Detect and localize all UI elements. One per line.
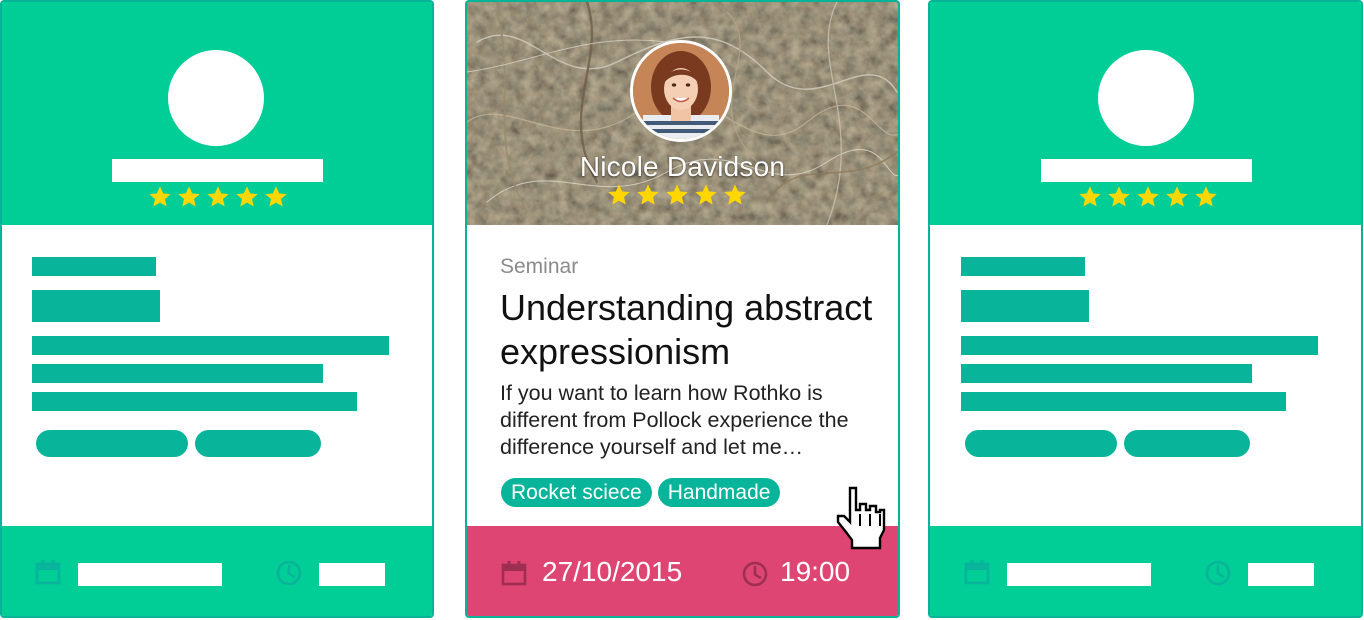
presenter-photo: [633, 43, 729, 139]
tag-list: Rocket sciece Handmade: [501, 478, 781, 507]
text-line-placeholder: [961, 364, 1252, 383]
presenter-name: Nicole Davidson: [579, 151, 786, 182]
text-line-placeholder: [32, 336, 389, 355]
tag-placeholder: [965, 430, 1117, 457]
calendar-icon: [34, 558, 62, 586]
avatar-placeholder: [168, 50, 264, 146]
tag-placeholder: [195, 430, 321, 457]
placeholder-card-right[interactable]: [928, 0, 1363, 618]
rating-stars: [1077, 184, 1219, 210]
star-icon: [693, 182, 719, 208]
clock-icon: [275, 559, 303, 587]
event-time: 19:00: [780, 556, 851, 587]
star-icon: [1106, 184, 1132, 210]
text-line-placeholder: [961, 336, 1318, 355]
text-line-placeholder: [32, 364, 323, 383]
title-placeholder: [961, 290, 1089, 322]
name-placeholder: [112, 159, 323, 182]
clock-icon: [1204, 559, 1232, 587]
text-line-placeholder: [961, 392, 1286, 411]
tag-placeholder: [1124, 430, 1250, 457]
calendar-icon: [963, 558, 991, 586]
star-icon: [606, 182, 632, 208]
date-placeholder: [1007, 563, 1151, 586]
hand-cursor-icon: [836, 486, 886, 550]
star-icon: [664, 182, 690, 208]
title-placeholder: [32, 290, 160, 322]
category-placeholder: [32, 257, 156, 276]
tag-placeholder: [36, 430, 188, 457]
card-footer: [930, 526, 1361, 616]
placeholder-card-left[interactable]: [0, 0, 434, 618]
star-icon: [176, 184, 202, 210]
tag-rocket-science[interactable]: Rocket sciece: [501, 478, 652, 507]
card-footer: [2, 526, 432, 616]
event-category: Seminar: [500, 255, 579, 278]
text-line-placeholder: [32, 392, 357, 411]
star-icon: [1193, 184, 1219, 210]
star-icon: [1135, 184, 1161, 210]
star-icon: [234, 184, 260, 210]
clock-icon: [741, 560, 769, 588]
time-placeholder: [319, 563, 385, 586]
presenter-avatar: [630, 40, 732, 142]
time-placeholder: [1248, 563, 1314, 586]
name-placeholder: [1041, 159, 1252, 182]
star-icon: [1164, 184, 1190, 210]
card-header: [930, 2, 1361, 225]
category-placeholder: [961, 257, 1085, 276]
event-date: 27/10/2015: [542, 556, 683, 587]
event-title[interactable]: Understanding abstract expressionism: [500, 286, 895, 374]
star-icon: [205, 184, 231, 210]
star-icon: [1077, 184, 1103, 210]
star-icon: [722, 182, 748, 208]
card-header: [2, 2, 432, 225]
rating-stars: [606, 182, 748, 208]
date-placeholder: [78, 563, 222, 586]
star-icon: [147, 184, 173, 210]
event-description: If you want to learn how Rothko is diffe…: [500, 381, 849, 459]
star-icon: [263, 184, 289, 210]
tag-handmade[interactable]: Handmade: [657, 478, 781, 507]
cover-image: Nicole Davidson: [467, 2, 898, 225]
star-icon: [635, 182, 661, 208]
avatar-placeholder: [1098, 50, 1194, 146]
rating-stars: [147, 184, 289, 210]
calendar-icon: [500, 559, 528, 587]
